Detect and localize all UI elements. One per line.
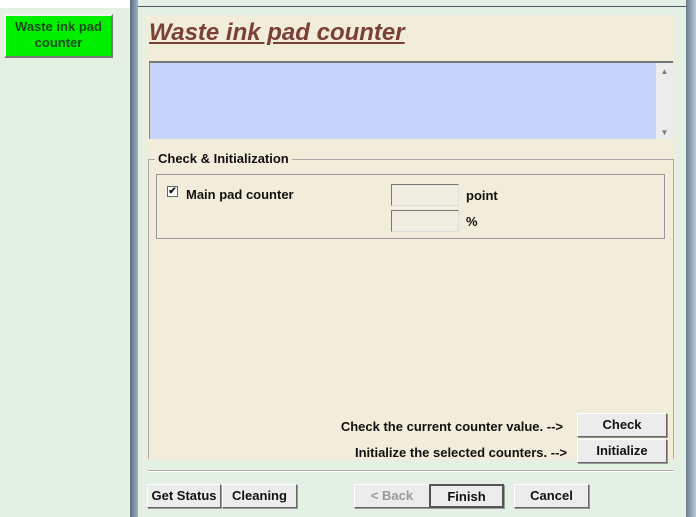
- scroll-down-icon[interactable]: ▼: [656, 128, 673, 137]
- content-panel: Waste ink pad counter ▲ ▼ Check & Initia…: [146, 15, 676, 463]
- counter-box: ✔ Main pad counter point %: [156, 174, 665, 239]
- sidebar-top-bar: [0, 0, 130, 8]
- cancel-button[interactable]: Cancel: [514, 484, 589, 508]
- window-frame-right: [686, 0, 696, 517]
- check-button[interactable]: Check: [577, 413, 667, 437]
- cleaning-button[interactable]: Cleaning: [222, 484, 297, 508]
- finish-button[interactable]: Finish: [429, 484, 504, 508]
- initialize-hint: Initialize the selected counters. -->: [354, 445, 567, 460]
- point-value-field: [391, 184, 459, 206]
- get-status-button[interactable]: Get Status: [147, 484, 221, 508]
- waste-ink-pad-counter-button[interactable]: Waste ink pad counter: [4, 14, 113, 58]
- check-icon: ✔: [168, 186, 177, 197]
- scrollbar[interactable]: ▲ ▼: [656, 63, 673, 139]
- main-pad-label: Main pad counter: [186, 187, 294, 202]
- initialize-button[interactable]: Initialize: [577, 439, 667, 463]
- check-hint: Check the current counter value. -->: [340, 419, 563, 434]
- check-initialization-group: Check & Initialization ✔ Main pad counte…: [148, 151, 674, 463]
- page-title: Waste ink pad counter: [149, 19, 405, 46]
- back-button: < Back: [354, 484, 430, 508]
- point-unit: point: [466, 188, 498, 203]
- percent-unit: %: [466, 214, 478, 229]
- percent-value-field: [391, 210, 459, 232]
- sidebar: Waste ink pad counter: [0, 0, 130, 517]
- log-textarea[interactable]: ▲ ▼: [149, 61, 673, 139]
- scroll-up-icon[interactable]: ▲: [656, 67, 673, 76]
- group-label: Check & Initialization: [155, 151, 292, 166]
- main-pad-checkbox[interactable]: ✔: [167, 186, 178, 197]
- dialog: Waste ink pad counter ▲ ▼ Check & Initia…: [138, 6, 686, 517]
- footer-divider: [148, 470, 674, 472]
- window-frame-left: [130, 0, 138, 517]
